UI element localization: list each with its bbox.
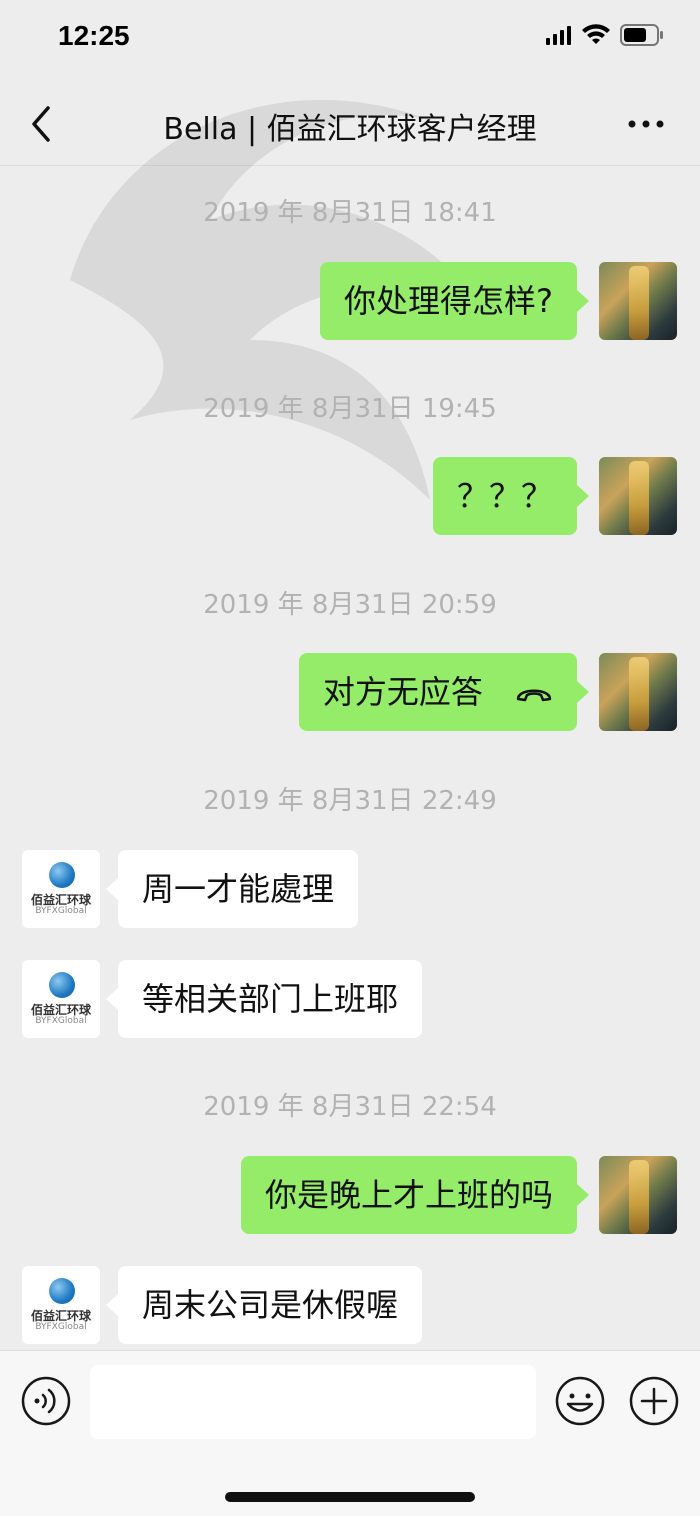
status-time: 12:25 (58, 20, 130, 51)
message-bubble-received[interactable]: 等相关部门上班耶 (105, 960, 423, 1038)
company-logo-icon (49, 1278, 75, 1304)
more-dots-icon (628, 120, 664, 128)
my-avatar[interactable] (599, 457, 677, 535)
my-avatar[interactable] (599, 653, 677, 731)
voice-call-record-bubble[interactable]: 对方无应答 (298, 653, 590, 731)
voice-icon (21, 1376, 71, 1426)
home-indicator[interactable] (225, 1492, 475, 1502)
company-logo-icon (49, 972, 75, 998)
message-bubble-sent[interactable]: 你处理得怎样? (320, 262, 589, 340)
voice-input-button[interactable] (20, 1375, 72, 1427)
cellular-signal-icon (546, 26, 571, 45)
emoji-button[interactable] (554, 1375, 606, 1427)
message-timestamp: 2019 年 8月31日 20:59 (203, 590, 497, 620)
message-bubble-sent[interactable]: 你是晚上才上班的吗 (240, 1156, 590, 1234)
contact-avatar[interactable]: 佰益汇环球 BYFXGlobal (22, 850, 100, 928)
message-bubble-received[interactable]: 周一才能處理 (105, 850, 359, 928)
emoji-icon (555, 1376, 605, 1426)
more-functions-button[interactable] (628, 1375, 680, 1427)
my-avatar[interactable] (599, 262, 677, 340)
status-icons (546, 24, 664, 46)
message-text-input[interactable] (90, 1365, 536, 1439)
wifi-icon (582, 24, 610, 44)
message-timestamp: 2019 年 8月31日 22:49 (203, 786, 497, 816)
my-avatar[interactable] (599, 1156, 677, 1234)
contact-avatar[interactable]: 佰益汇环球 BYFXGlobal (22, 960, 100, 1038)
more-options-button[interactable] (626, 104, 666, 144)
message-timestamp: 2019 年 8月31日 19:45 (203, 394, 497, 424)
phone-hangup-icon (516, 689, 552, 702)
company-logo-icon (49, 862, 75, 888)
message-timestamp: 2019 年 8月31日 22:54 (203, 1092, 497, 1122)
message-bubble-received[interactable]: 周末公司是休假喔 (105, 1266, 423, 1344)
plus-icon (629, 1376, 679, 1426)
contact-avatar[interactable]: 佰益汇环球 BYFXGlobal (22, 1266, 100, 1344)
message-timestamp: 2019 年 8月31日 18:41 (203, 198, 497, 228)
call-status-text: 对方无应答 (322, 673, 483, 711)
message-bubble-sent[interactable]: ？？？ (432, 457, 590, 535)
battery-icon (620, 24, 663, 46)
